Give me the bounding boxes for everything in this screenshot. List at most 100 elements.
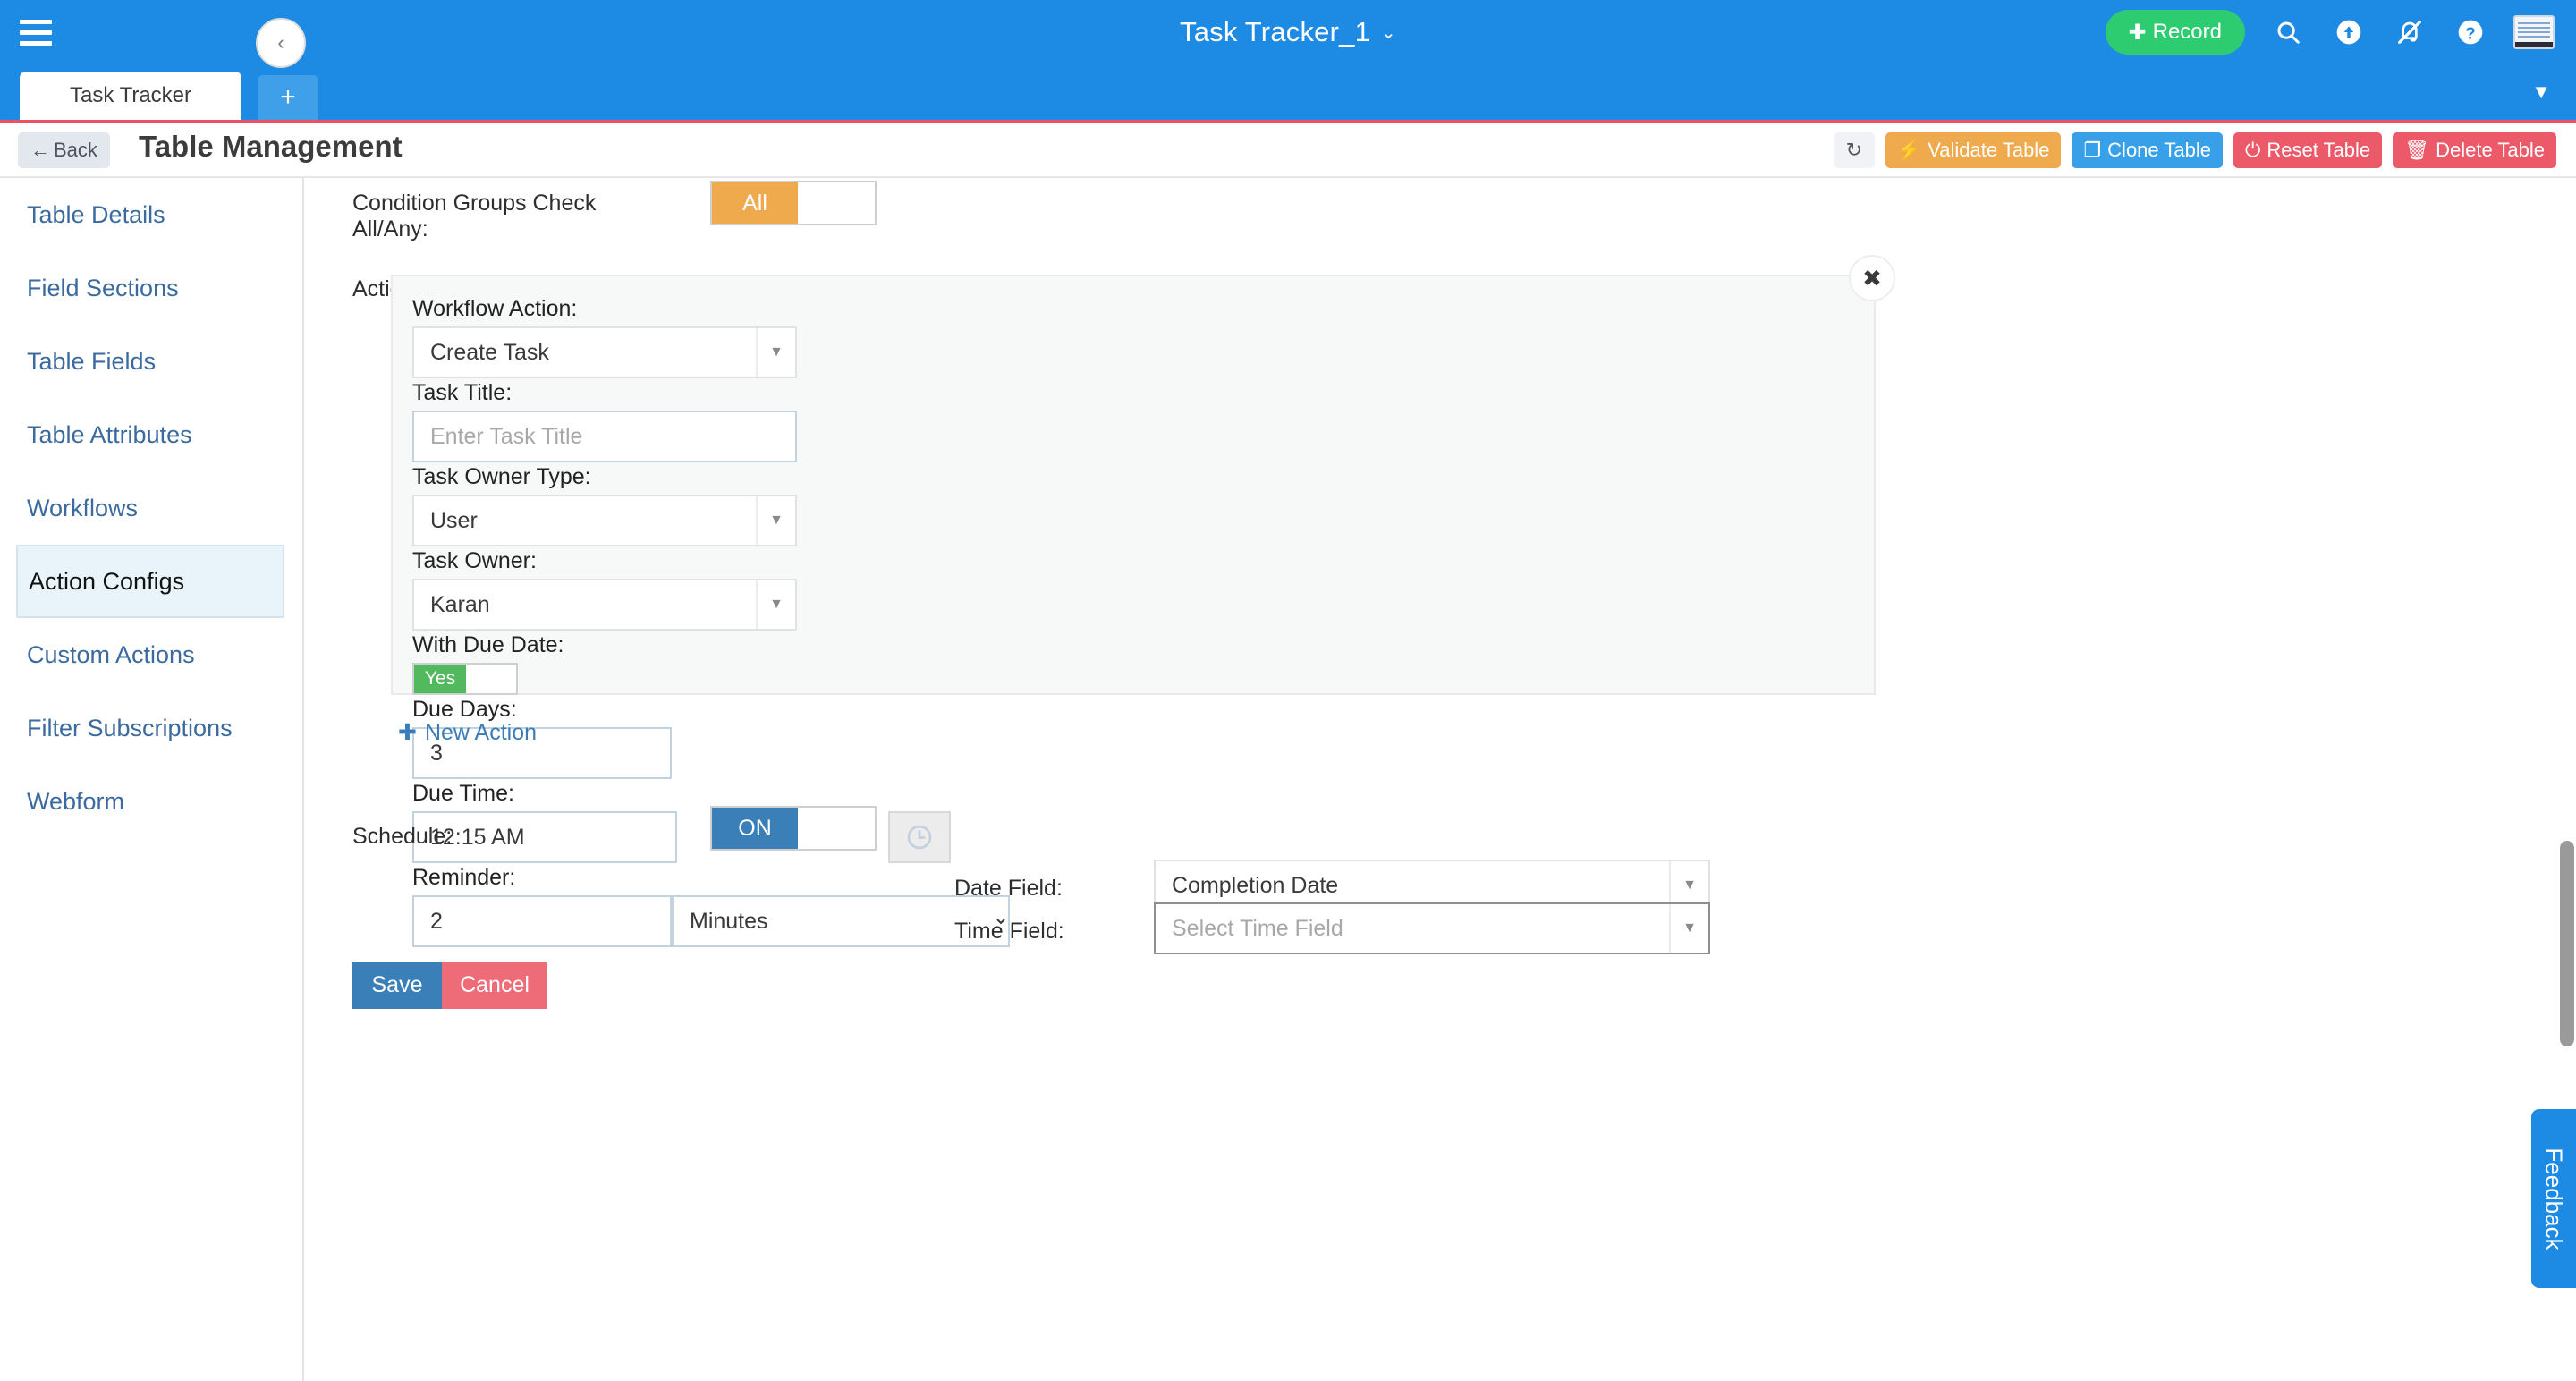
back-label: Back: [54, 139, 97, 161]
toggle-track: [798, 182, 875, 224]
tab-label: Task Tracker: [69, 83, 192, 107]
task-owner-value: Karan: [430, 591, 490, 617]
due-time-input[interactable]: 12:15 AM: [412, 811, 677, 863]
sidebar-item-label: Webform: [27, 787, 125, 815]
schedule-toggle-value: ON: [712, 808, 798, 849]
top-navigation-bar: Task Tracker_1 ⌄ ✚ Record ?: [0, 0, 2576, 64]
top-bar-actions: ✚ Record ?: [2105, 0, 2555, 64]
feedback-tab[interactable]: Feedback: [2531, 1109, 2576, 1288]
workflow-action-value: Create Task: [430, 339, 549, 365]
sidebar-item-label: Workflows: [27, 494, 139, 521]
power-icon: ⏻: [2244, 139, 2261, 161]
sidebar-item-table-details[interactable]: Table Details: [0, 178, 302, 251]
tab-task-tracker[interactable]: Task Tracker: [20, 72, 242, 120]
delete-table-button[interactable]: 🗑 Delete Table: [2393, 132, 2556, 168]
sidebar-item-field-sections[interactable]: Field Sections: [0, 251, 302, 325]
tab-bar: Task Tracker + ▼: [0, 64, 2576, 120]
task-owner-label: Task Owner:: [412, 548, 537, 573]
save-button[interactable]: Save: [352, 962, 442, 1009]
add-record-button[interactable]: ✚ Record: [2105, 10, 2245, 55]
back-button[interactable]: ← Back: [18, 132, 110, 168]
dropdown-arrow-icon: ▼: [756, 496, 795, 545]
with-due-date-toggle-value: Yes: [414, 665, 466, 693]
condition-groups-toggle[interactable]: All: [710, 181, 877, 225]
schedule-label: Schedule:: [352, 824, 453, 849]
hamburger-line: [20, 40, 52, 46]
validate-table-button[interactable]: ⚡ Validate Table: [1885, 132, 2062, 168]
condition-groups-row: Condition Groups Check All/Any:: [352, 191, 665, 242]
action-card: ✖ Workflow Action: Create Task ▼ Task Ti…: [391, 255, 1895, 947]
date-field-value: Completion Date: [1172, 872, 1339, 898]
task-owner-type-label: Task Owner Type:: [412, 464, 591, 489]
task-owner-select[interactable]: Karan ▼: [412, 579, 797, 631]
plus-icon: +: [280, 82, 296, 112]
toolbar-actions: ↻ ⚡ Validate Table ❐ Clone Table ⏻ Reset…: [1833, 132, 2556, 168]
page-scrollbar[interactable]: [2560, 841, 2574, 1046]
plus-icon: ✚: [2128, 20, 2147, 45]
dropdown-arrow-icon: ▼: [1669, 904, 1708, 953]
sidebar-item-label: Custom Actions: [27, 640, 195, 668]
schedule-toggle[interactable]: ON: [710, 806, 877, 851]
reset-table-button[interactable]: ⏻ Reset Table: [2233, 132, 2383, 168]
workflow-action-label: Workflow Action:: [412, 296, 578, 321]
arrow-left-icon: ←: [30, 139, 50, 161]
cancel-button[interactable]: Cancel: [442, 962, 547, 1009]
clock-icon[interactable]: [888, 811, 951, 863]
bolt-icon: ⚡: [1896, 139, 1922, 161]
reminder-value-input[interactable]: 2: [412, 895, 672, 947]
time-field-select[interactable]: Select Time Field ▼: [1154, 902, 1710, 954]
with-due-date-field: With Due Date: Yes: [412, 632, 564, 695]
close-icon[interactable]: ✖: [1849, 255, 1895, 301]
time-field-label: Time Field:: [954, 919, 1064, 944]
reset-table-label: Reset Table: [2267, 139, 2371, 161]
sidebar-collapse-button[interactable]: ‹: [256, 18, 306, 68]
sidebar-item-label: Field Sections: [27, 274, 179, 301]
add-record-label: Record: [2152, 20, 2222, 44]
action-config-form: Condition Groups Check All/Any: All Acti…: [306, 178, 2542, 1381]
sidebar-item-table-fields[interactable]: Table Fields: [0, 325, 302, 398]
clone-table-button[interactable]: ❐ Clone Table: [2072, 132, 2223, 168]
reminder-field: Reminder: 2 MinutesHoursDays: [412, 865, 1010, 947]
sidebar-item-webform[interactable]: Webform: [0, 765, 302, 838]
screenshot-thumbnail[interactable]: [2513, 15, 2555, 49]
with-due-date-toggle[interactable]: Yes: [412, 663, 518, 695]
search-icon[interactable]: [2270, 14, 2306, 50]
with-due-date-label: With Due Date:: [412, 632, 564, 657]
chevron-down-icon[interactable]: ⌄: [1381, 21, 1396, 44]
task-title-input[interactable]: Enter Task Title: [412, 411, 797, 462]
refresh-icon[interactable]: ↻: [1833, 132, 1875, 168]
svg-text:?: ?: [2465, 23, 2475, 42]
add-tab-button[interactable]: +: [258, 75, 318, 120]
task-owner-type-select[interactable]: User ▼: [412, 495, 797, 546]
task-owner-field: Task Owner: Karan ▼: [412, 548, 797, 631]
sidebar-item-custom-actions[interactable]: Custom Actions: [0, 618, 302, 691]
help-icon[interactable]: ?: [2453, 14, 2488, 50]
sidebar-item-workflows[interactable]: Workflows: [0, 471, 302, 545]
due-time-label: Due Time:: [412, 781, 514, 806]
new-action-button[interactable]: ✚ New Action: [398, 719, 537, 746]
workflow-action-field: Workflow Action: Create Task ▼: [412, 296, 797, 378]
bell-off-icon[interactable]: [2392, 14, 2428, 50]
toggle-track: [466, 665, 516, 693]
tab-overflow-caret-icon[interactable]: ▼: [2531, 80, 2551, 104]
date-field-label: Date Field:: [954, 876, 1063, 901]
new-action-label: New Action: [424, 719, 538, 745]
clone-table-label: Clone Table: [2107, 139, 2211, 161]
hamburger-line: [20, 19, 52, 24]
sidebar-item-label: Action Configs: [29, 567, 185, 595]
page-title: Table Management: [139, 130, 402, 163]
hamburger-icon[interactable]: [20, 14, 59, 50]
sidebar-item-action-configs[interactable]: Action Configs: [16, 545, 284, 618]
sidebar-item-label: Table Details: [27, 200, 165, 228]
time-field-value: Select Time Field: [1172, 915, 1343, 941]
upload-icon[interactable]: [2331, 14, 2367, 50]
sidebar-item-filter-subscriptions[interactable]: Filter Subscriptions: [0, 691, 302, 765]
plus-icon: ✚: [398, 720, 417, 745]
sidebar-item-table-attributes[interactable]: Table Attributes: [0, 398, 302, 471]
sidebar-item-label: Filter Subscriptions: [27, 714, 233, 741]
trash-icon: 🗑: [2404, 139, 2430, 161]
validate-table-label: Validate Table: [1928, 139, 2050, 161]
workflow-action-select[interactable]: Create Task ▼: [412, 326, 797, 378]
delete-table-label: Delete Table: [2436, 139, 2545, 161]
form-footer-actions: Save Cancel: [352, 962, 547, 1009]
